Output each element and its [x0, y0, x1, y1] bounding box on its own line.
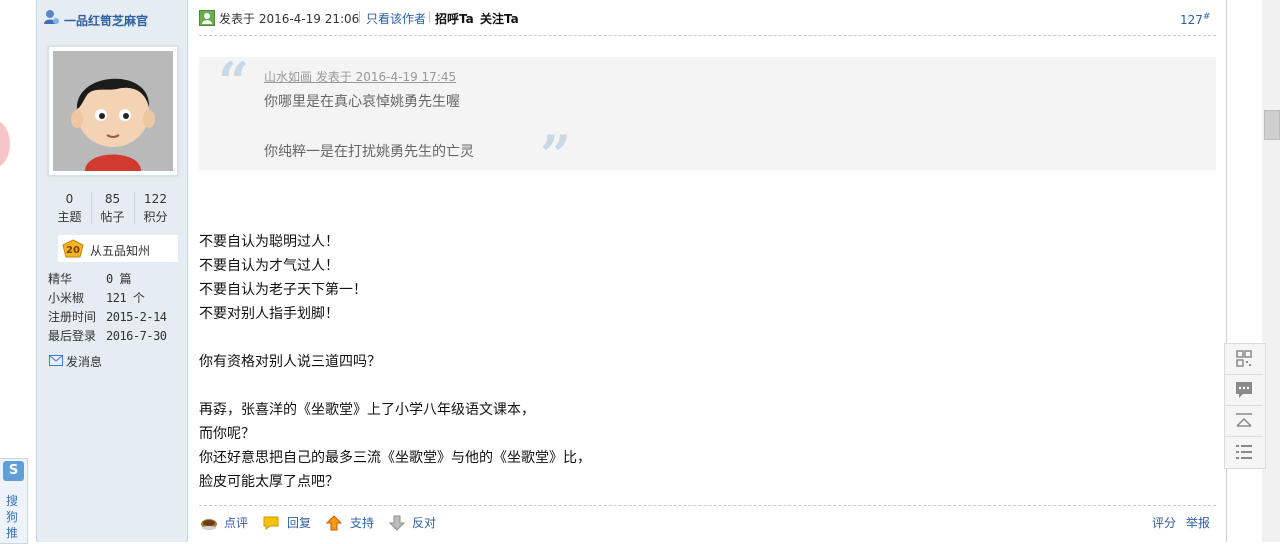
- body-line: 不要自认为老子天下第一！: [199, 282, 367, 298]
- body-line: 不要自认为聪明过人！: [199, 234, 339, 250]
- arrow-up-icon[interactable]: [325, 515, 343, 531]
- sogou-push-label[interactable]: 搜狗推: [6, 493, 20, 541]
- stat-label: 积分: [143, 210, 168, 224]
- post-date: 发表于 2016-4-19 21:06: [219, 12, 360, 26]
- avatar[interactable]: [48, 46, 178, 176]
- avatar-image[interactable]: [53, 51, 173, 171]
- rank-level: 20: [66, 245, 80, 256]
- stat-value: 122: [144, 192, 167, 206]
- follow-link[interactable]: 关注Ta: [480, 10, 519, 27]
- scrollbar-thumb[interactable]: [1264, 110, 1280, 140]
- user-online-icon: [44, 10, 59, 24]
- info-label: 最后登录: [48, 329, 97, 343]
- comment-icon[interactable]: [1225, 375, 1263, 405]
- info-value: 0 篇: [106, 272, 131, 286]
- close-quote-icon: ”: [540, 123, 572, 187]
- header-separator: [199, 35, 1216, 36]
- stat-posts[interactable]: 85 帖子: [91, 190, 134, 226]
- body-line: 你有资格对别人说三道四吗？: [199, 354, 381, 370]
- rank-badge-icon: 20: [62, 239, 84, 258]
- body-line: 脸皮可能太厚了点吧？: [199, 474, 339, 490]
- send-message-link[interactable]: 发消息: [66, 353, 102, 370]
- info-label: 小米椒: [48, 291, 85, 305]
- header-divider: [359, 11, 360, 23]
- rate-button[interactable]: 评分: [1152, 514, 1176, 531]
- comment-button[interactable]: 点评: [224, 514, 248, 531]
- rank-title: 从五品知州: [90, 244, 151, 258]
- body-line: 不要对别人指手划脚！: [199, 306, 339, 322]
- author-name[interactable]: 一品红笥芝麻官: [64, 12, 148, 29]
- info-value: 2015-2-14: [106, 310, 167, 324]
- stat-value: 85: [104, 192, 121, 206]
- sogou-logo-icon[interactable]: S: [3, 461, 24, 481]
- open-quote-icon: “: [218, 50, 250, 114]
- stat-label: 主题: [57, 210, 82, 224]
- floor-value: 127: [1180, 13, 1203, 27]
- floor-number[interactable]: 127#: [1180, 12, 1210, 27]
- report-button[interactable]: 举报: [1186, 514, 1210, 531]
- info-label: 注册时间: [48, 310, 97, 324]
- greet-link[interactable]: 招呼Ta: [435, 10, 474, 27]
- author-stats: 0 主题 85 帖子 122 积分: [48, 190, 178, 230]
- info-value: 2016-7-30: [106, 329, 167, 343]
- quote-line: 你哪里是在真心哀悼姚勇先生喔: [264, 94, 460, 110]
- quote-source[interactable]: 山水如画 发表于 2016-4-19 17:45: [264, 68, 456, 85]
- info-value: 121 个: [106, 291, 145, 305]
- reply-bubble-icon[interactable]: [262, 515, 280, 531]
- qrcode-icon[interactable]: [1225, 344, 1263, 374]
- body-line: 你还好意思把自己的最多三流《坐歌堂》与他的《坐歌堂》比，: [199, 450, 591, 466]
- quote-line: 你纯粹一是在打扰姚勇先生的亡灵: [264, 144, 474, 160]
- online-status-icon: [199, 10, 215, 26]
- floor-mark: #: [1202, 12, 1211, 22]
- back-to-top-icon[interactable]: [1225, 406, 1263, 436]
- footer-separator: [199, 505, 1216, 506]
- list-icon[interactable]: [1225, 437, 1263, 467]
- stat-threads[interactable]: 0 主题: [48, 190, 91, 226]
- coffee-cup-icon[interactable]: [200, 515, 218, 531]
- only-author-link[interactable]: 只看该作者: [366, 10, 426, 27]
- support-button[interactable]: 支持: [350, 514, 374, 531]
- reply-button[interactable]: 回复: [287, 514, 311, 531]
- stat-credits[interactable]: 122 积分: [134, 190, 177, 226]
- header-divider: [429, 11, 430, 23]
- body-line: 不要自认为才气过人！: [199, 258, 339, 274]
- stat-label: 帖子: [100, 210, 125, 224]
- arrow-down-icon[interactable]: [388, 515, 406, 531]
- envelope-icon[interactable]: [49, 355, 63, 366]
- info-label: 精华: [48, 272, 73, 286]
- stat-value: 0: [65, 192, 74, 206]
- body-line: 而你呢？: [199, 426, 255, 442]
- oppose-button[interactable]: 反对: [412, 514, 436, 531]
- body-line: 再孬，张喜洋的《坐歌堂》上了小学八年级语文课本，: [199, 402, 535, 418]
